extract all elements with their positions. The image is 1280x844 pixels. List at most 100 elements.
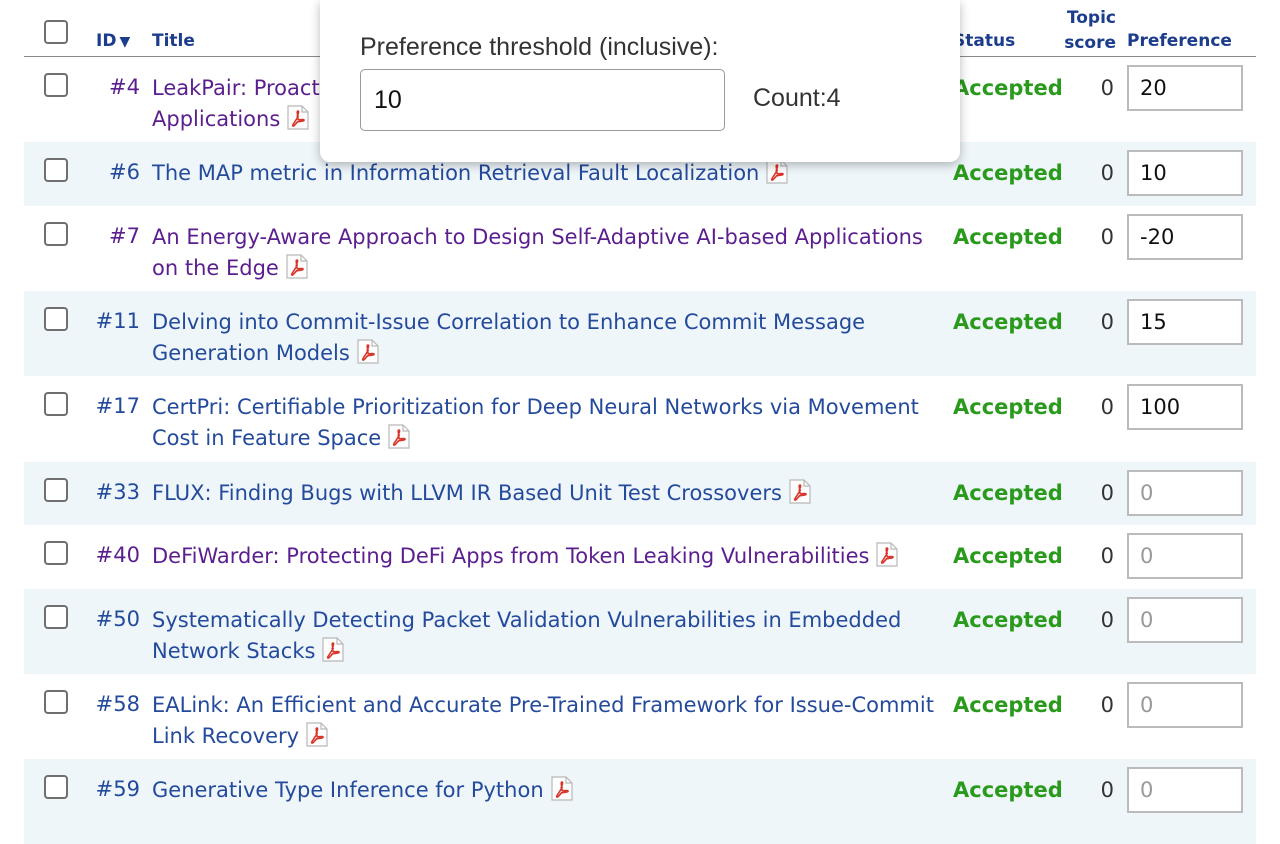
topic-score: 0	[1100, 310, 1114, 334]
paper-title: An Energy-Aware Approach to Design Self-…	[152, 222, 942, 284]
paper-title-link[interactable]: Generative Type Inference for Python	[152, 778, 544, 802]
paper-title: DeFiWarder: Protecting DeFi Apps from To…	[152, 541, 942, 572]
paper-title-link[interactable]: Systematically Detecting Packet Validati…	[152, 608, 901, 663]
status-badge: Accepted	[953, 608, 1063, 632]
preference-column-header[interactable]: Preference	[1127, 31, 1232, 51]
table-row: #33 FLUX: Finding Bugs with LLVM IR Based…	[24, 462, 1256, 525]
title-column-header[interactable]: Title	[152, 31, 195, 51]
table-row: #11 Delving into Commit-Issue Correlation…	[24, 291, 1256, 376]
threshold-input[interactable]: 10	[360, 69, 725, 131]
status-badge: Accepted	[953, 693, 1063, 717]
paper-title-line1: Delving into Commit-Issue Correlation to…	[152, 310, 866, 334]
status-badge: Accepted	[953, 395, 1063, 419]
paper-title-line1: EALink: An Efficient and Accurate Pre-Tr…	[152, 693, 934, 717]
table-row: #59 Generative Type Inference for Python A…	[24, 759, 1256, 844]
paper-title-link[interactable]: FLUX: Finding Bugs with LLVM IR Based Un…	[152, 481, 782, 505]
pdf-icon[interactable]	[765, 159, 789, 184]
status-badge: Accepted	[953, 161, 1063, 185]
row-checkbox[interactable]	[44, 605, 68, 629]
pdf-icon[interactable]	[788, 479, 812, 504]
row-checkbox[interactable]	[44, 307, 68, 331]
paper-title-link[interactable]: CertPri: Certifiable Prioritization for …	[152, 395, 919, 450]
pdf-icon[interactable]	[321, 637, 345, 662]
status-badge: Accepted	[953, 310, 1063, 334]
pdf-icon[interactable]	[356, 339, 380, 364]
paper-id-link[interactable]: #58	[82, 692, 140, 716]
paper-title-link[interactable]: An Energy-Aware Approach to Design Self-…	[152, 225, 923, 280]
preference-input[interactable]: 0	[1127, 767, 1243, 813]
status-badge: Accepted	[953, 225, 1063, 249]
paper-title-line1: CertPri: Certifiable Prioritization for …	[152, 395, 919, 419]
status-column-header[interactable]: Status	[953, 31, 1015, 51]
status-badge: Accepted	[953, 76, 1063, 100]
paper-id-link[interactable]: #59	[82, 777, 140, 801]
table-row: #17 CertPri: Certifiable Prioritization f…	[24, 376, 1256, 462]
topic-score: 0	[1100, 693, 1114, 717]
paper-id-link[interactable]: #50	[82, 607, 140, 631]
pdf-icon[interactable]	[550, 776, 574, 801]
paper-title-line2: Cost in Feature Space	[152, 426, 382, 450]
preference-input[interactable]: -20	[1127, 214, 1243, 260]
preference-input[interactable]: 0	[1127, 533, 1243, 579]
select-all-checkbox[interactable]	[44, 20, 68, 44]
paper-id-link[interactable]: #7	[82, 224, 140, 248]
preference-input[interactable]: 0	[1127, 682, 1243, 728]
paper-id-link[interactable]: #40	[82, 543, 140, 567]
table-row: #7 An Energy-Aware Approach to Design Sel…	[24, 206, 1256, 291]
id-header-label: ID	[96, 31, 117, 51]
status-badge: Accepted	[953, 778, 1063, 802]
row-checkbox[interactable]	[44, 158, 68, 182]
topic-score: 0	[1100, 608, 1114, 632]
paper-id-link[interactable]: #4	[82, 75, 140, 99]
paper-title-link[interactable]: EALink: An Efficient and Accurate Pre-Tr…	[152, 693, 934, 748]
paper-title-line1: Systematically Detecting Packet Validati…	[152, 608, 902, 632]
paper-id-link[interactable]: #17	[82, 394, 140, 418]
paper-title: Systematically Detecting Packet Validati…	[152, 605, 942, 667]
preference-input[interactable]: 0	[1127, 470, 1243, 516]
row-checkbox[interactable]	[44, 392, 68, 416]
topic-score: 0	[1100, 778, 1114, 802]
topic-score-column-header[interactable]: Topic score	[1054, 6, 1116, 56]
paper-id-link[interactable]: #33	[82, 480, 140, 504]
row-checkbox[interactable]	[44, 541, 68, 565]
paper-title: Delving into Commit-Issue Correlation to…	[152, 307, 942, 369]
paper-title-line1: An Energy-Aware Approach to Design Self-…	[152, 225, 923, 249]
paper-title-line2: on the Edge	[152, 256, 279, 280]
sort-descending-icon: ▼	[119, 34, 131, 50]
paper-title-line2: Applications	[152, 107, 281, 131]
preference-input[interactable]: 100	[1127, 384, 1243, 430]
paper-title-line1: FLUX: Finding Bugs with LLVM IR Based Un…	[152, 481, 782, 505]
id-column-header[interactable]: ID ▼	[96, 31, 130, 51]
paper-title-link[interactable]: Delving into Commit-Issue Correlation to…	[152, 310, 865, 365]
paper-title: Generative Type Inference for Python	[152, 775, 942, 806]
row-checkbox[interactable]	[44, 478, 68, 502]
pdf-icon[interactable]	[305, 722, 329, 747]
row-checkbox[interactable]	[44, 73, 68, 97]
paper-id-link[interactable]: #6	[82, 160, 140, 184]
preference-input[interactable]: 20	[1127, 65, 1243, 111]
threshold-label: Preference threshold (inclusive):	[360, 33, 719, 61]
pdf-icon[interactable]	[285, 254, 309, 279]
row-checkbox[interactable]	[44, 775, 68, 799]
pdf-icon[interactable]	[286, 105, 310, 130]
status-badge: Accepted	[953, 481, 1063, 505]
topic-score: 0	[1100, 225, 1114, 249]
preference-input[interactable]: 15	[1127, 299, 1243, 345]
topic-score: 0	[1100, 395, 1114, 419]
row-checkbox[interactable]	[44, 690, 68, 714]
row-checkbox[interactable]	[44, 222, 68, 246]
pdf-icon[interactable]	[875, 542, 899, 567]
paper-title: FLUX: Finding Bugs with LLVM IR Based Un…	[152, 478, 942, 509]
topic-score: 0	[1100, 161, 1114, 185]
pdf-icon[interactable]	[387, 424, 411, 449]
preference-input[interactable]: 10	[1127, 150, 1243, 196]
threshold-count: Count:4	[753, 84, 841, 112]
paper-id-link[interactable]: #11	[82, 309, 140, 333]
paper-title-link[interactable]: DeFiWarder: Protecting DeFi Apps from To…	[152, 544, 869, 568]
topic-score: 0	[1100, 544, 1114, 568]
paper-title-line2: Network Stacks	[152, 639, 316, 663]
preference-input[interactable]: 0	[1127, 597, 1243, 643]
paper-title-link[interactable]: The MAP metric in Information Retrieval …	[152, 161, 759, 185]
topic-score: 0	[1100, 481, 1114, 505]
table-row: #50 Systematically Detecting Packet Valid…	[24, 589, 1256, 674]
